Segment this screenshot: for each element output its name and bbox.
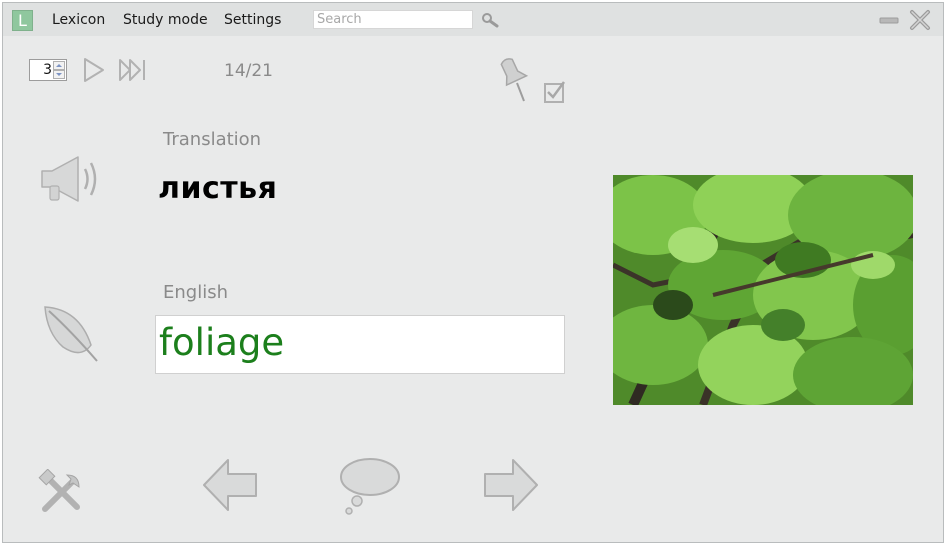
tools-icon[interactable] xyxy=(37,469,85,517)
answer-field[interactable]: foliage xyxy=(155,315,565,374)
stepper-up-button[interactable] xyxy=(53,61,65,70)
stepper-down-button[interactable] xyxy=(53,70,65,79)
repeat-count-value: 3 xyxy=(43,62,52,78)
back-arrow-icon[interactable] xyxy=(200,456,260,514)
question-label: Translation xyxy=(163,129,262,150)
title-bar: L Lexicon Study mode Settings xyxy=(3,3,943,36)
pin-icon[interactable] xyxy=(497,55,531,107)
menu-settings[interactable]: Settings xyxy=(224,12,281,28)
skip-forward-icon[interactable] xyxy=(118,57,148,83)
checkbox-icon[interactable] xyxy=(543,80,567,104)
app-window: L Lexicon Study mode Settings 3 14/21 xyxy=(2,2,944,543)
question-word: листья xyxy=(158,171,278,206)
card-picture xyxy=(613,175,913,405)
app-logo[interactable]: L xyxy=(12,10,33,31)
answer-label: English xyxy=(163,282,228,303)
leaves-image xyxy=(613,175,913,405)
speech-bubble-icon[interactable] xyxy=(337,455,403,517)
search-icon[interactable] xyxy=(481,12,499,28)
minimize-icon[interactable] xyxy=(879,13,899,27)
menu-study-mode[interactable]: Study mode xyxy=(123,12,208,28)
play-icon[interactable] xyxy=(82,57,106,83)
forward-arrow-icon[interactable] xyxy=(481,456,541,514)
progress-counter: 14/21 xyxy=(224,61,273,81)
repeat-count-stepper[interactable]: 3 xyxy=(29,59,67,81)
menu-lexicon[interactable]: Lexicon xyxy=(52,12,105,28)
feather-icon[interactable] xyxy=(39,301,103,365)
search-input[interactable] xyxy=(313,10,473,29)
close-icon[interactable] xyxy=(909,9,931,31)
speaker-icon[interactable] xyxy=(38,153,104,205)
